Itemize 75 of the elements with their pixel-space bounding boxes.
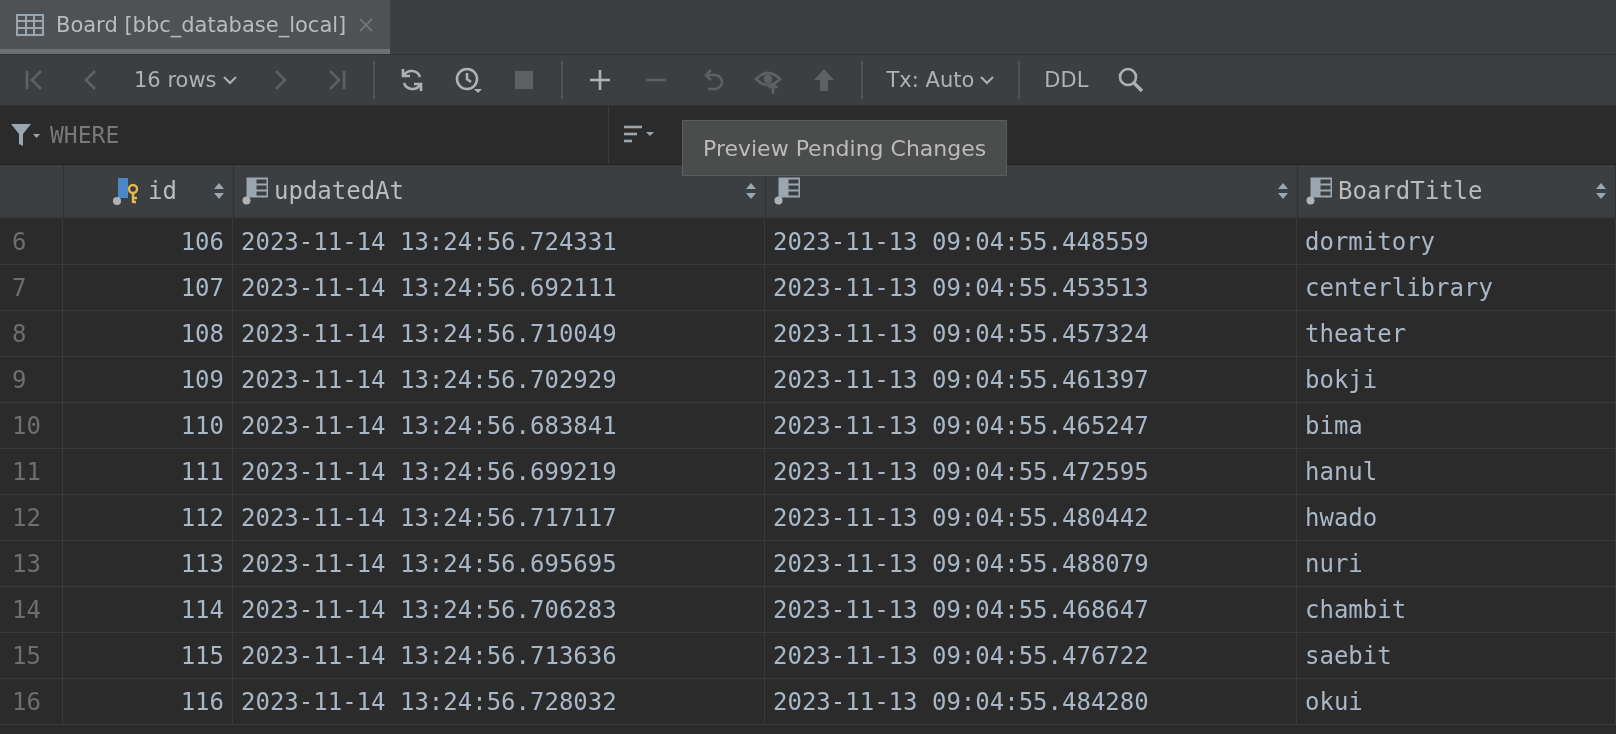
table-cell: nuri (1297, 541, 1616, 586)
table-cell: 2023-11-13 09:04:55.484280 (765, 679, 1297, 724)
table-cell: 106 (63, 219, 233, 264)
table-cell: 2023-11-14 13:24:56.724331 (233, 219, 765, 264)
editor-tab[interactable]: Board [bbc_database_local] (0, 0, 391, 54)
row-number: 12 (0, 495, 63, 540)
table-cell: bima (1297, 403, 1616, 448)
table-cell: 2023-11-14 13:24:56.710049 (233, 311, 765, 356)
table-cell: 2023-11-13 09:04:55.472595 (765, 449, 1297, 494)
table-cell: centerlibrary (1297, 265, 1616, 310)
table-cell: 2023-11-14 13:24:56.692111 (233, 265, 765, 310)
table-cell: 2023-11-13 09:04:55.465247 (765, 403, 1297, 448)
row-number: 14 (0, 587, 63, 632)
column-header[interactable]: updatedAt (274, 177, 739, 205)
table-cell: 2023-11-14 13:24:56.695695 (233, 541, 765, 586)
table-cell: 113 (63, 541, 233, 586)
table-cell: 2023-11-13 09:04:55.453513 (765, 265, 1297, 310)
table-cell: 2023-11-13 09:04:55.457324 (765, 311, 1297, 356)
row-number: 13 (0, 541, 63, 586)
table-cell: bokji (1297, 357, 1616, 402)
table-cell: 2023-11-14 13:24:56.717117 (233, 495, 765, 540)
row-number: 15 (0, 633, 63, 678)
ddl-button[interactable]: DDL (1032, 60, 1101, 100)
table-cell: 112 (63, 495, 233, 540)
row-number: 16 (0, 679, 63, 724)
table-cell: okui (1297, 679, 1616, 724)
sort-arrows-icon[interactable] (213, 181, 225, 201)
table-cell: 116 (63, 679, 233, 724)
table-cell: 2023-11-14 13:24:56.702929 (233, 357, 765, 402)
table-cell: 108 (63, 311, 233, 356)
table-cell: saebit (1297, 633, 1616, 678)
sort-arrows-icon[interactable] (1595, 181, 1607, 201)
column-icon (774, 177, 800, 205)
dropdown-button[interactable]: 16 rows (122, 60, 249, 100)
row-number: 7 (0, 265, 63, 310)
table-cell: 2023-11-14 13:24:56.728032 (233, 679, 765, 724)
table-cell: 115 (63, 633, 233, 678)
caret-icon (980, 75, 995, 85)
table-cell: 107 (63, 265, 233, 310)
row-number: 11 (0, 449, 63, 494)
table-cell: 110 (63, 403, 233, 448)
table-cell: 2023-11-14 13:24:56.699219 (233, 449, 765, 494)
table-cell: 2023-11-13 09:04:55.488079 (765, 541, 1297, 586)
column-icon (1306, 177, 1332, 205)
table-cell: 2023-11-13 09:04:55.468647 (765, 587, 1297, 632)
sort-arrows-icon[interactable] (745, 181, 757, 201)
table-cell: dormitory (1297, 219, 1616, 264)
table-cell: theater (1297, 311, 1616, 356)
row-number: 9 (0, 357, 63, 402)
filter-icon[interactable] (10, 122, 40, 148)
column-icon (242, 177, 268, 205)
table-cell: 2023-11-14 13:24:56.683841 (233, 403, 765, 448)
tooltip: Preview Pending Changes (682, 120, 1008, 176)
sort-arrows-icon[interactable] (1277, 181, 1289, 201)
row-number: 6 (0, 219, 63, 264)
column-header[interactable]: BoardTitle (1338, 177, 1589, 205)
where-field[interactable]: WHERE (48, 121, 372, 149)
table-cell: 109 (63, 357, 233, 402)
caret-icon (222, 75, 237, 85)
table-cell: hanul (1297, 449, 1616, 494)
table-cell: 2023-11-13 09:04:55.476722 (765, 633, 1297, 678)
table-cell: 2023-11-13 09:04:55.448559 (765, 219, 1297, 264)
table-cell: 2023-11-13 09:04:55.461397 (765, 357, 1297, 402)
table-cell: 114 (63, 587, 233, 632)
row-number: 10 (0, 403, 63, 448)
table-cell: 2023-11-14 13:24:56.713636 (233, 633, 765, 678)
table-cell: chambit (1297, 587, 1616, 632)
table-cell: 2023-11-13 09:04:55.480442 (765, 495, 1297, 540)
column-header[interactable]: id (148, 177, 207, 205)
table-cell: 2023-11-14 13:24:56.706283 (233, 587, 765, 632)
dropdown-button[interactable]: Tx: Auto (874, 60, 1007, 100)
table-icon (16, 13, 44, 36)
row-number: 8 (0, 311, 63, 356)
table-cell: 111 (63, 449, 233, 494)
table-cell: hwado (1297, 495, 1616, 540)
